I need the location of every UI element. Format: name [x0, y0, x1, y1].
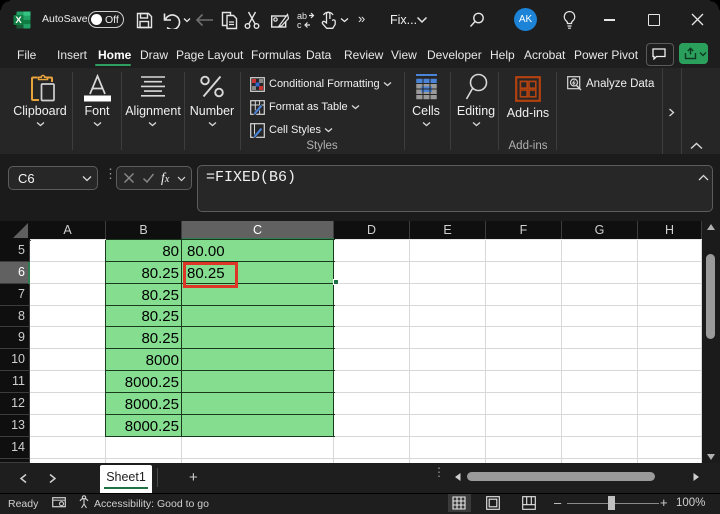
- svg-text:c: c: [297, 20, 302, 30]
- svg-text:X: X: [15, 15, 22, 26]
